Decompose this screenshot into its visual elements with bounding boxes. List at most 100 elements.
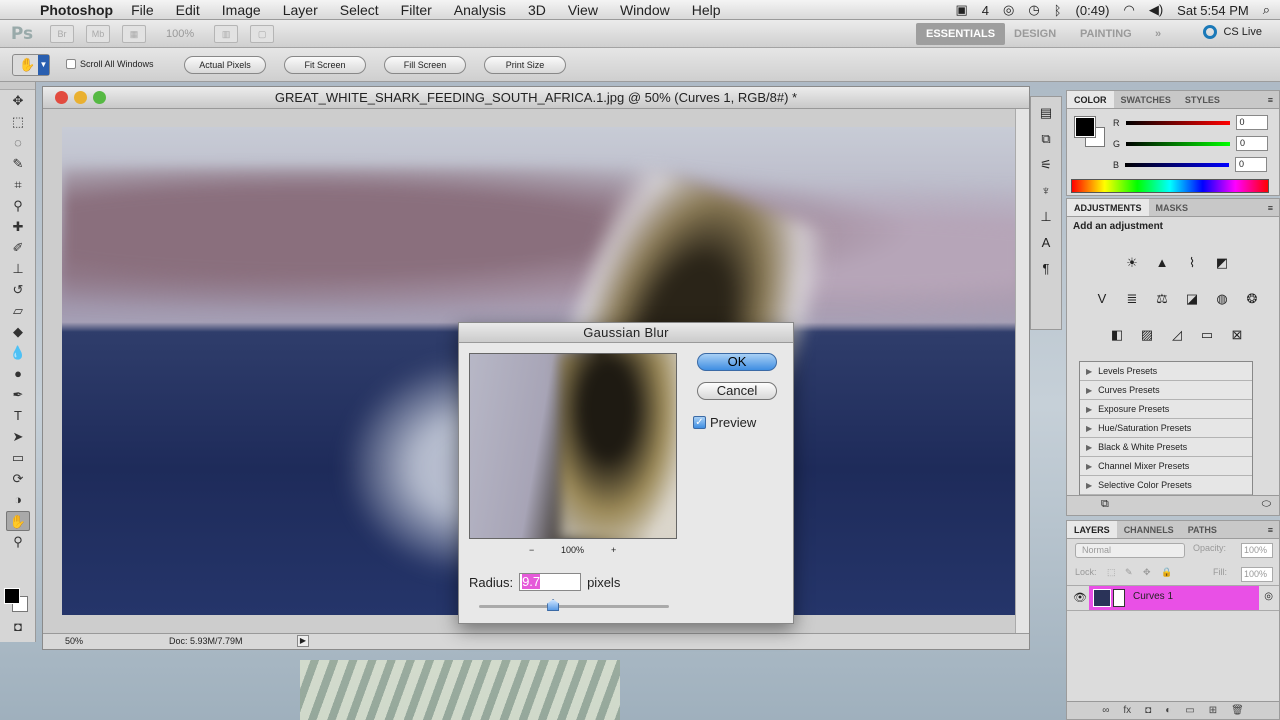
checkmark-icon[interactable]: ✓ <box>693 416 706 429</box>
vertical-scrollbar[interactable] <box>1015 109 1029 635</box>
menu-analysis[interactable]: Analysis <box>454 2 506 18</box>
eyedropper-tool-icon[interactable]: ⚲ <box>6 196 30 216</box>
minimize-window-icon[interactable] <box>74 91 87 104</box>
clip-to-layer-icon[interactable]: ⬭ <box>1262 498 1271 511</box>
visibility-eye-icon[interactable]: 👁 <box>1073 591 1087 604</box>
foreground-color-swatch[interactable] <box>1074 116 1096 138</box>
battery-status[interactable]: (0:49) <box>1076 3 1110 18</box>
tab-channels[interactable]: CHANNELS <box>1117 521 1181 538</box>
layer-options-icon[interactable]: ◎ <box>1264 591 1273 602</box>
zoom-level-dropdown[interactable]: 100% <box>166 28 194 40</box>
dialog-title[interactable]: Gaussian Blur <box>459 323 793 343</box>
checkbox-box[interactable] <box>66 59 76 69</box>
menu-edit[interactable]: Edit <box>176 2 200 18</box>
preview-checkbox[interactable]: ✓ Preview <box>693 415 756 430</box>
path-selection-tool-icon[interactable]: ➤ <box>6 427 30 447</box>
opacity-input[interactable]: 100% <box>1241 543 1273 558</box>
disclosure-triangle-icon[interactable]: ▶ <box>1086 424 1092 433</box>
color-spectrum-ramp[interactable] <box>1071 179 1269 193</box>
quick-mask-icon[interactable]: ◘ <box>6 617 30 637</box>
add-mask-icon[interactable]: ◘ <box>1145 702 1151 719</box>
tab-color[interactable]: COLOR <box>1067 91 1114 108</box>
zoom-tool-icon[interactable]: ⚲ <box>6 532 30 552</box>
clone-stamp-tool-icon[interactable]: ⊥ <box>6 259 30 279</box>
paint-bucket-tool-icon[interactable]: ◆ <box>6 322 30 342</box>
red-value-input[interactable]: 0 <box>1235 115 1268 130</box>
tab-masks[interactable]: MASKS <box>1149 199 1196 216</box>
radius-input[interactable]: 9.7 <box>519 573 582 591</box>
fill-screen-button[interactable]: Fill Screen <box>384 56 466 74</box>
color-balance-icon[interactable]: ⚖ <box>1151 289 1173 309</box>
menu-filter[interactable]: Filter <box>401 2 432 18</box>
lasso-tool-icon[interactable]: ◌ <box>6 133 30 153</box>
menu-image[interactable]: Image <box>222 2 261 18</box>
disclosure-triangle-icon[interactable]: ▶ <box>1086 405 1092 414</box>
blue-value-input[interactable]: 0 <box>1235 157 1268 172</box>
selected-layer[interactable]: Curves 1 <box>1089 586 1259 610</box>
tab-swatches[interactable]: SWATCHES <box>1114 91 1178 108</box>
menu-file[interactable]: File <box>131 2 154 18</box>
clock[interactable]: Sat 5:54 PM <box>1177 3 1249 18</box>
vibrance-icon[interactable]: V <box>1091 289 1113 309</box>
shape-tool-icon[interactable]: ▭ <box>6 448 30 468</box>
selective-color-icon[interactable]: ⊠ <box>1226 325 1248 345</box>
character-icon[interactable]: A <box>1035 233 1057 253</box>
green-slider[interactable] <box>1126 141 1231 146</box>
bluetooth-icon[interactable]: ᛒ <box>1054 3 1062 18</box>
app-menu[interactable]: Photoshop <box>40 2 113 18</box>
more-workspaces-button[interactable]: » <box>1145 23 1171 45</box>
menu-view[interactable]: View <box>568 2 598 18</box>
preset-black-white[interactable]: ▶ Black & White Presets <box>1080 438 1252 457</box>
menu-window[interactable]: Window <box>620 2 670 18</box>
lock-all-icon[interactable]: 🔒 <box>1161 567 1172 578</box>
radius-slider-track[interactable] <box>479 605 669 608</box>
blue-slider[interactable] <box>1125 162 1230 167</box>
view-extras-button[interactable]: ▦ <box>122 24 146 43</box>
channel-mixer-icon[interactable]: ❂ <box>1241 289 1263 309</box>
document-titlebar[interactable]: GREAT_WHITE_SHARK_FEEDING_SOUTH_AFRICA.1… <box>43 87 1029 109</box>
panel-menu-icon[interactable]: ≡ <box>1268 521 1279 538</box>
3d-rotate-tool-icon[interactable]: ⟳ <box>6 469 30 489</box>
dodge-tool-icon[interactable]: ● <box>6 364 30 384</box>
preset-curves[interactable]: ▶ Curves Presets <box>1080 381 1252 400</box>
link-layers-icon[interactable]: ∞ <box>1102 702 1109 719</box>
fit-screen-button[interactable]: Fit Screen <box>284 56 366 74</box>
return-to-list-icon[interactable]: ⧉ <box>1101 498 1109 511</box>
preset-selective-color[interactable]: ▶ Selective Color Presets <box>1080 476 1252 495</box>
cs-live-menu[interactable]: CS Live <box>1203 25 1262 39</box>
tab-styles[interactable]: STYLES <box>1178 91 1227 108</box>
status-zoom[interactable]: 50% <box>65 634 83 649</box>
panel-menu-icon[interactable]: ≡ <box>1268 199 1279 216</box>
menu-3d[interactable]: 3D <box>528 2 546 18</box>
lock-move-icon[interactable]: ✥ <box>1143 567 1151 578</box>
mini-bridge-button[interactable]: Mb <box>86 24 110 43</box>
layer-row[interactable]: 👁 Curves 1 ◎ <box>1067 585 1279 611</box>
tool-preset-picker[interactable]: ✋ ▼ <box>12 54 50 76</box>
adobe-status-count[interactable]: 4 <box>982 3 989 18</box>
preset-hue-saturation[interactable]: ▶ Hue/Saturation Presets <box>1080 419 1252 438</box>
radius-slider-thumb[interactable] <box>547 599 560 611</box>
screen-mode-button[interactable]: ▢ <box>250 24 275 43</box>
tab-layers[interactable]: LAYERS <box>1067 521 1117 538</box>
scroll-all-windows-checkbox[interactable]: Scroll All Windows <box>66 59 154 69</box>
disclosure-triangle-icon[interactable]: ▶ <box>1086 481 1092 490</box>
green-value-input[interactable]: 0 <box>1236 136 1269 151</box>
volume-icon[interactable]: ◀) <box>1149 2 1163 18</box>
invert-icon[interactable]: ◧ <box>1106 325 1128 345</box>
brush-presets-icon[interactable]: ♆ <box>1035 181 1057 201</box>
paragraph-icon[interactable]: ¶ <box>1035 259 1057 279</box>
foreground-color-swatch[interactable] <box>4 588 20 604</box>
3d-orbit-tool-icon[interactable]: ◑ <box>6 490 30 510</box>
zoom-window-icon[interactable] <box>93 91 106 104</box>
panel-menu-icon[interactable]: ≡ <box>1268 91 1279 108</box>
brush-settings-icon[interactable]: ⚟ <box>1035 155 1057 175</box>
ok-button[interactable]: OK <box>697 353 777 371</box>
type-tool-icon[interactable]: T <box>6 406 30 426</box>
clone-source-icon[interactable]: ⊥ <box>1035 207 1057 227</box>
brightness-contrast-icon[interactable]: ☀ <box>1121 253 1143 273</box>
disclosure-triangle-icon[interactable]: ▶ <box>1086 367 1092 376</box>
workspace-design[interactable]: DESIGN <box>1004 23 1066 45</box>
cancel-button[interactable]: Cancel <box>697 382 777 400</box>
layer-mask-thumbnail[interactable] <box>1113 589 1125 607</box>
menu-help[interactable]: Help <box>692 2 721 18</box>
